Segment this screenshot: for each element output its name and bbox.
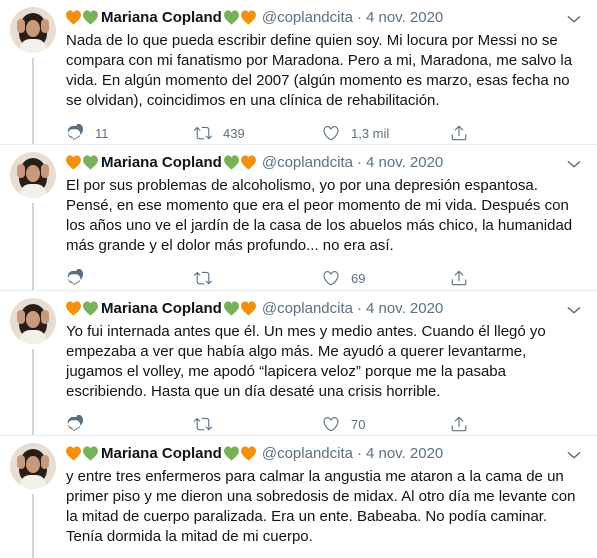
share-icon — [450, 124, 468, 142]
reply-icon — [66, 415, 84, 433]
retweet-button[interactable] — [194, 269, 322, 287]
avatar[interactable] — [10, 298, 56, 344]
share-button[interactable] — [450, 415, 490, 433]
green-heart-icon — [83, 445, 98, 461]
author-handle[interactable]: @coplandcita — [262, 445, 353, 462]
like-count: 1,3 mil — [351, 125, 390, 141]
tweet-header: Mariana Copland @coplandcita · 4 nov. 20… — [66, 6, 583, 28]
green-heart-icon — [223, 300, 239, 316]
retweet-icon — [194, 269, 212, 287]
orange-heart-icon — [66, 445, 81, 461]
avatar[interactable] — [10, 443, 56, 489]
tweet-header: Mariana Copland @coplandcita · 4 nov. 20… — [66, 297, 583, 319]
tweet-date[interactable]: 4 nov. 2020 — [366, 300, 443, 317]
author-display-name[interactable]: Mariana Copland — [101, 154, 222, 171]
tweet-text: Nada de lo que pueda escribir define qui… — [66, 32, 573, 109]
tweet-date[interactable]: 4 nov. 2020 — [366, 154, 443, 171]
chevron-down-icon[interactable] — [565, 301, 583, 319]
reply-count: 11 — [95, 125, 109, 141]
share-icon — [450, 269, 468, 287]
reply-icon — [66, 124, 84, 142]
author-display-name[interactable]: Mariana Copland — [101, 9, 222, 26]
reply-icon — [66, 269, 84, 287]
orange-heart-icon — [66, 9, 81, 25]
reply-button[interactable]: 11 — [66, 124, 194, 142]
thread-connector-line — [32, 494, 34, 558]
like-count: 69 — [351, 270, 366, 286]
thread-connector-line — [32, 58, 34, 144]
tweet-content: Mariana Copland @coplandcita · 4 nov. 20… — [66, 442, 583, 558]
retweet-icon — [194, 124, 212, 142]
tweet-actions: 70 — [66, 413, 583, 435]
orange-heart-icon — [240, 445, 256, 461]
tweet-content: Mariana Copland @coplandcita · 4 nov. 20… — [66, 297, 583, 435]
share-button[interactable] — [450, 269, 490, 287]
tweet-header: Mariana Copland @coplandcita · 4 nov. 20… — [66, 442, 583, 464]
tweet-actions: 69 — [66, 267, 583, 289]
like-icon — [322, 269, 340, 287]
author-handle[interactable]: @coplandcita — [262, 9, 353, 26]
orange-heart-icon — [240, 154, 256, 170]
tweet-content: Mariana Copland @coplandcita · 4 nov. 20… — [66, 6, 583, 144]
avatar[interactable] — [10, 7, 56, 53]
tweet-text: Yo fui internada antes que él. Un mes y … — [66, 323, 546, 400]
retweet-icon — [194, 415, 212, 433]
avatar-column — [10, 297, 66, 435]
retweet-count: 439 — [223, 125, 245, 141]
green-heart-icon — [223, 154, 239, 170]
separator-dot: · — [356, 153, 362, 171]
orange-heart-icon — [240, 300, 256, 316]
orange-heart-icon — [66, 300, 81, 316]
chevron-down-icon[interactable] — [565, 155, 583, 173]
orange-heart-icon — [240, 9, 256, 25]
tweet-date[interactable]: 4 nov. 2020 — [366, 445, 443, 462]
tweet-header: Mariana Copland @coplandcita · 4 nov. 20… — [66, 151, 583, 173]
avatar-column — [10, 6, 66, 144]
avatar-column — [10, 442, 66, 558]
tweet[interactable]: Mariana Copland @coplandcita · 4 nov. 20… — [0, 145, 597, 291]
avatar[interactable] — [10, 152, 56, 198]
green-heart-icon — [83, 300, 98, 316]
tweet-content: Mariana Copland @coplandcita · 4 nov. 20… — [66, 151, 583, 290]
tweet-thread: Mariana Copland @coplandcita · 4 nov. 20… — [0, 0, 597, 558]
tweet-actions: 11 439 1,3 mil — [66, 122, 583, 144]
like-button[interactable]: 1,3 mil — [322, 124, 450, 142]
tweet[interactable]: Mariana Copland @coplandcita · 4 nov. 20… — [0, 291, 597, 436]
thread-connector-line — [32, 203, 34, 290]
author-handle[interactable]: @coplandcita — [262, 154, 353, 171]
author-display-name[interactable]: Mariana Copland — [101, 445, 222, 462]
avatar-column — [10, 151, 66, 290]
green-heart-icon — [223, 445, 239, 461]
tweet[interactable]: Mariana Copland @coplandcita · 4 nov. 20… — [0, 436, 597, 558]
author-display-name[interactable]: Mariana Copland — [101, 300, 222, 317]
green-heart-icon — [83, 9, 98, 25]
orange-heart-icon — [66, 154, 81, 170]
share-button[interactable] — [450, 124, 490, 142]
reply-button[interactable] — [66, 415, 194, 433]
retweet-button[interactable] — [194, 415, 322, 433]
tweet-text: El por sus problemas de alcoholismo, yo … — [66, 177, 573, 254]
tweet-date[interactable]: 4 nov. 2020 — [366, 9, 443, 26]
green-heart-icon — [223, 9, 239, 25]
reply-button[interactable] — [66, 269, 194, 287]
chevron-down-icon[interactable] — [565, 446, 583, 464]
tweet[interactable]: Mariana Copland @coplandcita · 4 nov. 20… — [0, 0, 597, 145]
like-button[interactable]: 69 — [322, 269, 450, 287]
separator-dot: · — [356, 444, 362, 462]
tweet-text: y entre tres enfermeros para calmar la a… — [66, 468, 576, 545]
like-count: 70 — [351, 416, 366, 432]
like-icon — [322, 415, 340, 433]
retweet-button[interactable]: 439 — [194, 124, 322, 142]
green-heart-icon — [83, 154, 98, 170]
separator-dot: · — [356, 299, 362, 317]
thread-connector-line — [32, 349, 34, 435]
author-handle[interactable]: @coplandcita — [262, 300, 353, 317]
share-icon — [450, 415, 468, 433]
chevron-down-icon[interactable] — [565, 10, 583, 28]
separator-dot: · — [356, 8, 362, 26]
like-button[interactable]: 70 — [322, 415, 450, 433]
like-icon — [322, 124, 340, 142]
